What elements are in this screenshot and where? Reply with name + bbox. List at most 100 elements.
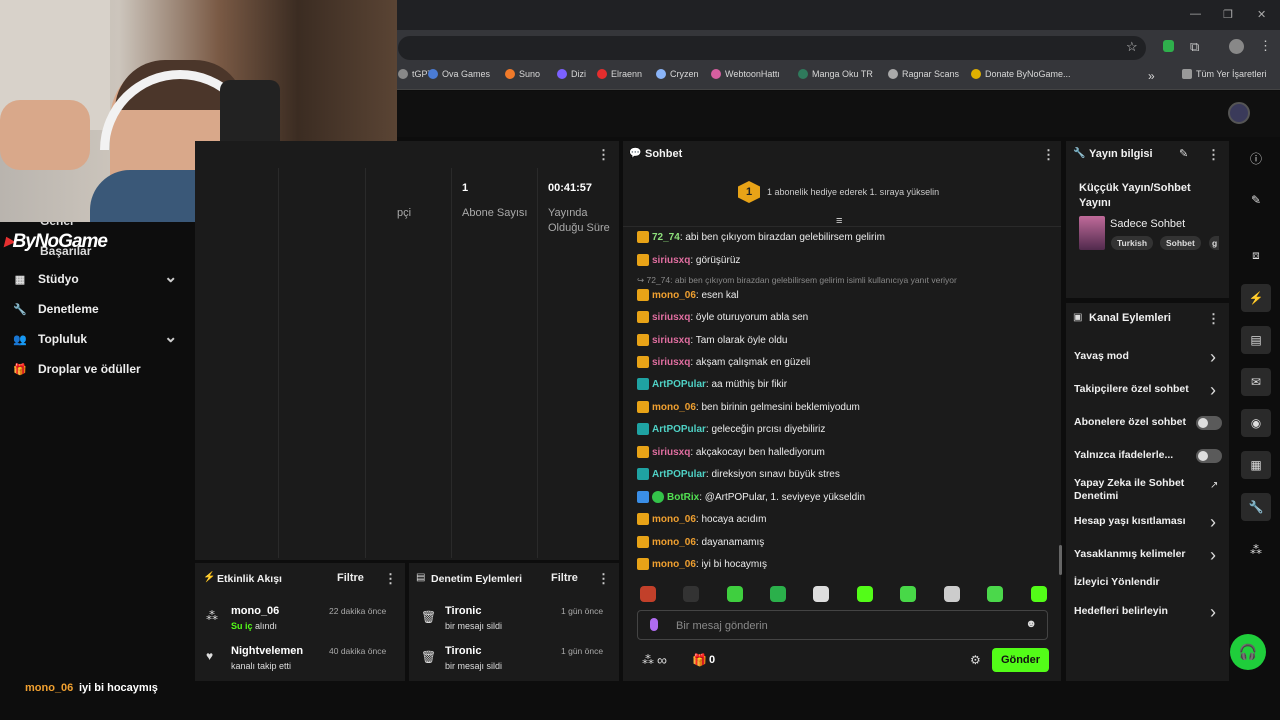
all-bookmarks-button[interactable]: Tüm Yer İşaretleri (1182, 69, 1267, 79)
chat-username[interactable]: siriusxq (652, 357, 690, 368)
chevron-right-icon[interactable]: › (1210, 347, 1216, 368)
chat-username[interactable]: BotRix (667, 492, 699, 503)
screenshot-icon[interactable]: ⧈ (1241, 241, 1271, 269)
chat-menu-icon[interactable]: ⋮ (1042, 147, 1055, 163)
channel-action-label[interactable]: Hedefleri belirleyin (1074, 605, 1204, 618)
category-name[interactable]: Sadece Sohbet (1110, 218, 1185, 230)
chat-username[interactable]: mono_06 (652, 537, 696, 548)
moderator-name[interactable]: Tironic (445, 645, 481, 657)
chevron-right-icon[interactable]: › (1210, 380, 1216, 401)
channel-action-label[interactable]: Yapay Zeka ile Sohbet Denetimi (1074, 477, 1194, 503)
chevron-down-icon[interactable]: ⌄ (164, 327, 177, 347)
category-thumbnail[interactable] (1079, 216, 1105, 250)
stream-info-menu-icon[interactable]: ⋮ (1207, 147, 1220, 163)
chat-tool-icon[interactable]: ✉ (1241, 368, 1271, 396)
sidebar-item-4[interactable]: 🎁 Droplar ve ödüller (12, 362, 141, 376)
chevron-right-icon[interactable]: › (1210, 512, 1216, 533)
emote-button[interactable] (770, 586, 786, 602)
chevron-right-icon[interactable]: › (1210, 545, 1216, 566)
chat-username[interactable]: siriusxq (652, 312, 690, 323)
emote-button[interactable] (727, 586, 743, 602)
toggle-switch[interactable] (1196, 416, 1222, 430)
bookmark-item[interactable]: WebtoonHattı (711, 69, 780, 79)
layout-icon[interactable]: ▦ (1241, 451, 1271, 479)
channel-action-label[interactable]: Yasaklanmış kelimeler (1074, 548, 1204, 561)
activity-name[interactable]: Nightvelemen (231, 645, 303, 657)
profile-avatar[interactable] (1229, 39, 1244, 54)
stats-menu-icon[interactable]: ⋮ (597, 147, 610, 163)
activity-username[interactable]: mono_06 (231, 605, 279, 617)
emote-button[interactable] (944, 586, 960, 602)
emote-button[interactable] (987, 586, 1003, 602)
star-icon[interactable]: ☆ (1126, 39, 1138, 55)
maximize-button[interactable]: ❐ (1223, 8, 1233, 21)
channel-actions-menu-icon[interactable]: ⋮ (1207, 311, 1220, 327)
bookmark-item[interactable]: Ragnar Scans (888, 69, 959, 79)
moderation-filter-button[interactable]: Filtre (551, 572, 578, 584)
close-button[interactable]: ✕ (1257, 8, 1266, 21)
chat-username[interactable]: ArtPOPular (652, 424, 706, 435)
channel-action-label[interactable]: Takipçilere özel sohbet (1074, 383, 1204, 396)
channel-action-label[interactable]: Yalnızca ifadelerle... (1074, 449, 1204, 462)
headset-support-icon[interactable]: 🎧 (1230, 634, 1266, 670)
notes-icon[interactable]: ▤ (1241, 326, 1271, 354)
emote-button[interactable] (857, 586, 873, 602)
bookmarks-more-button[interactable]: » (1148, 69, 1155, 83)
user-avatar[interactable] (1228, 102, 1250, 124)
address-bar[interactable] (398, 36, 1146, 60)
tag-chip[interactable]: Turkish (1111, 236, 1154, 250)
chat-scrollbar[interactable] (1059, 545, 1062, 575)
bookmark-item[interactable]: Cryzen (656, 69, 699, 79)
points-tool-icon[interactable]: ⁂ (1241, 536, 1271, 564)
chat-input[interactable]: Bir mesaj gönderin ☻ (637, 610, 1048, 640)
moderator-name[interactable]: Tironic (445, 605, 481, 617)
chat-username[interactable]: ArtPOPular (652, 379, 706, 390)
browser-menu-icon[interactable]: ⋮ (1259, 38, 1272, 54)
sidebar-item-2[interactable]: 🔧 Denetleme (12, 302, 99, 316)
bookmark-item[interactable]: Suno (505, 69, 540, 79)
activity-menu-icon[interactable]: ⋮ (384, 571, 397, 587)
sidebar-item-1[interactable]: ▦ Stüdyo ⌄ (12, 269, 178, 286)
bookmark-item[interactable]: Elraenn (597, 69, 642, 79)
activity-filter-button[interactable]: Filtre (337, 572, 364, 584)
sidebar-item-3[interactable]: 👥 Topluluk ⌄ (12, 329, 177, 346)
chat-username[interactable]: siriusxq (652, 447, 690, 458)
chat-username[interactable]: mono_06 (652, 290, 696, 301)
bolt-tool-icon[interactable]: ⚡ (1241, 284, 1271, 312)
emote-button[interactable] (813, 586, 829, 602)
bookmark-item[interactable]: Dizi (557, 69, 586, 79)
bookmark-item[interactable]: Donate ByNoGame... (971, 69, 1071, 79)
microphone-icon[interactable] (650, 618, 658, 631)
chat-username[interactable]: mono_06 (652, 514, 696, 525)
points-icon[interactable]: ⁂ (642, 653, 654, 667)
channel-action-label[interactable]: İzleyici Yönlendir (1074, 576, 1204, 589)
wrench-tool-icon[interactable]: 🔧 (1241, 493, 1271, 521)
extensions-icon[interactable]: ⧉ (1190, 39, 1199, 55)
external-link-icon[interactable]: ↗ (1210, 480, 1218, 491)
send-button[interactable]: Gönder (992, 648, 1049, 672)
pencil-icon[interactable]: ✎ (1241, 186, 1271, 214)
toggle-switch[interactable] (1196, 449, 1222, 463)
edit-pencil-icon[interactable]: ✎ (1179, 147, 1188, 160)
tag-chip[interactable]: g (1209, 236, 1219, 250)
chat-username[interactable]: mono_06 (652, 402, 696, 413)
moderation-menu-icon[interactable]: ⋮ (597, 571, 610, 587)
minimize-button[interactable]: — (1190, 8, 1201, 20)
activity-username[interactable]: Nightvelemen (231, 645, 303, 657)
emote-button[interactable] (683, 586, 699, 602)
channel-action-label[interactable]: Yavaş mod (1074, 350, 1204, 363)
tag-chip[interactable]: Sohbet (1160, 236, 1201, 250)
chat-username[interactable]: mono_06 (652, 559, 696, 570)
channel-action-label[interactable]: Abonelere özel sohbet (1074, 416, 1204, 429)
emote-button[interactable] (1031, 586, 1047, 602)
channel-action-label[interactable]: Hesap yaşı kısıtlaması (1074, 515, 1204, 528)
gift-icon[interactable]: 🎁 (692, 653, 707, 667)
emoji-icon[interactable]: ☻ (1025, 618, 1037, 630)
activity-name[interactable]: mono_06 (231, 605, 279, 617)
bookmark-item[interactable]: Ova Games (428, 69, 490, 79)
emote-button[interactable] (900, 586, 916, 602)
chevron-down-icon[interactable]: ⌄ (164, 267, 177, 287)
chat-username[interactable]: ArtPOPular (652, 469, 706, 480)
shield-extension-icon[interactable] (1163, 40, 1174, 52)
chat-username[interactable]: siriusxq (652, 255, 690, 266)
